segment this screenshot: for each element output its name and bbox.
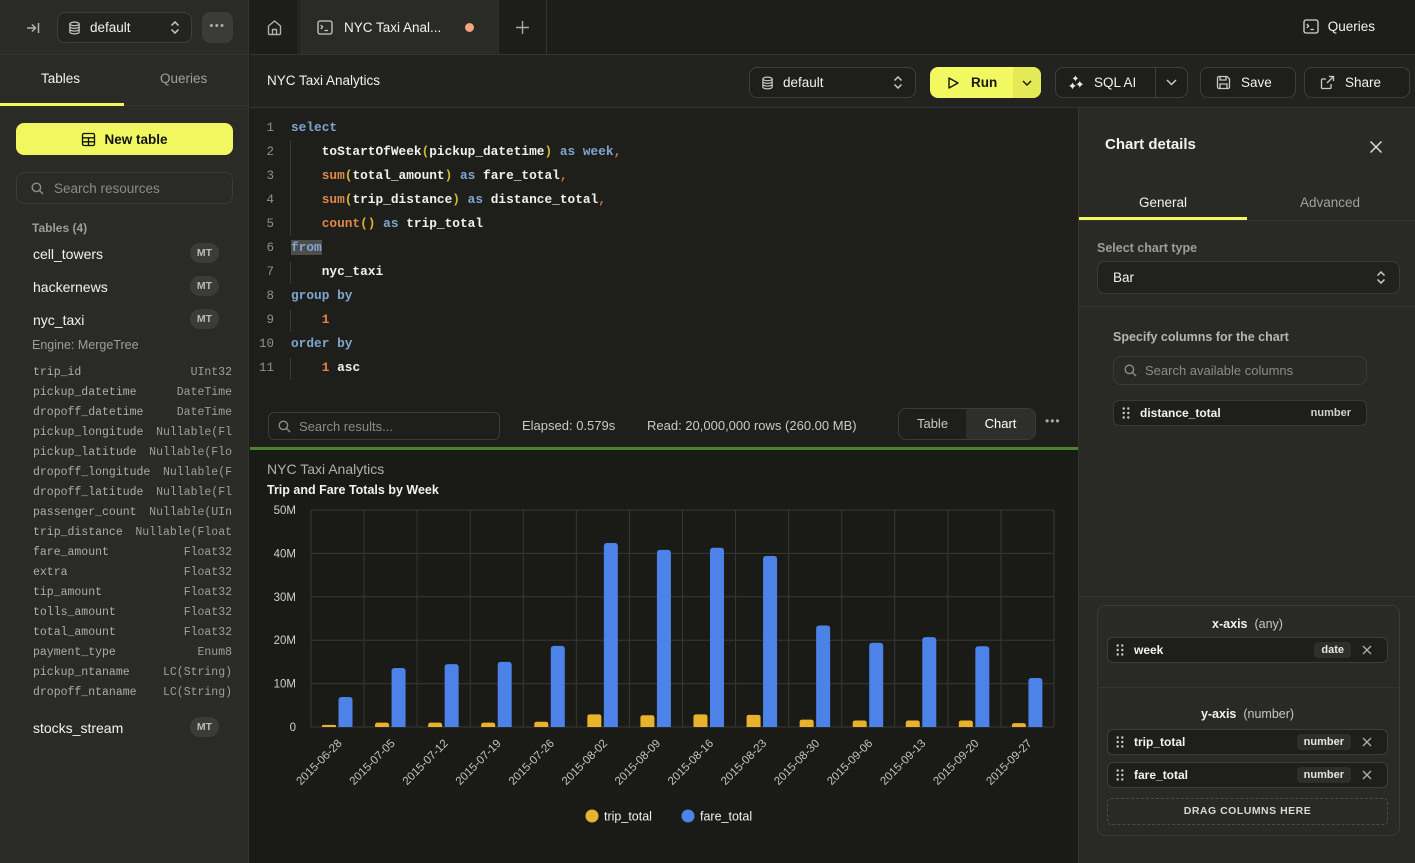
svg-text:2015-07-12: 2015-07-12 [401, 738, 451, 788]
svg-text:2015-09-06: 2015-09-06 [825, 738, 875, 788]
svg-text:trip_total: trip_total [604, 810, 652, 824]
svg-text:40M: 40M [274, 548, 296, 560]
svg-text:2015-09-27: 2015-09-27 [984, 738, 1034, 788]
svg-text:2015-08-09: 2015-08-09 [613, 738, 663, 788]
svg-text:2015-08-02: 2015-08-02 [560, 738, 610, 788]
svg-text:2015-08-30: 2015-08-30 [772, 738, 822, 788]
svg-text:30M: 30M [274, 592, 296, 604]
svg-text:20M: 20M [274, 635, 296, 647]
svg-text:2015-07-26: 2015-07-26 [507, 738, 557, 788]
svg-text:10M: 10M [274, 679, 296, 691]
svg-text:Trip and Fare Totals by Week: Trip and Fare Totals by Week [267, 483, 439, 497]
svg-text:2015-09-20: 2015-09-20 [931, 738, 981, 788]
svg-text:2015-06-28: 2015-06-28 [295, 738, 345, 788]
svg-text:2015-07-19: 2015-07-19 [454, 738, 504, 788]
svg-text:2015-09-13: 2015-09-13 [878, 738, 928, 788]
svg-text:50M: 50M [274, 505, 296, 517]
svg-text:fare_total: fare_total [700, 810, 752, 824]
svg-text:2015-08-16: 2015-08-16 [666, 738, 716, 788]
svg-text:NYC Taxi Analytics: NYC Taxi Analytics [267, 461, 384, 477]
svg-text:2015-08-23: 2015-08-23 [719, 738, 769, 788]
svg-text:2015-07-05: 2015-07-05 [348, 738, 398, 788]
svg-text:0: 0 [290, 722, 296, 734]
